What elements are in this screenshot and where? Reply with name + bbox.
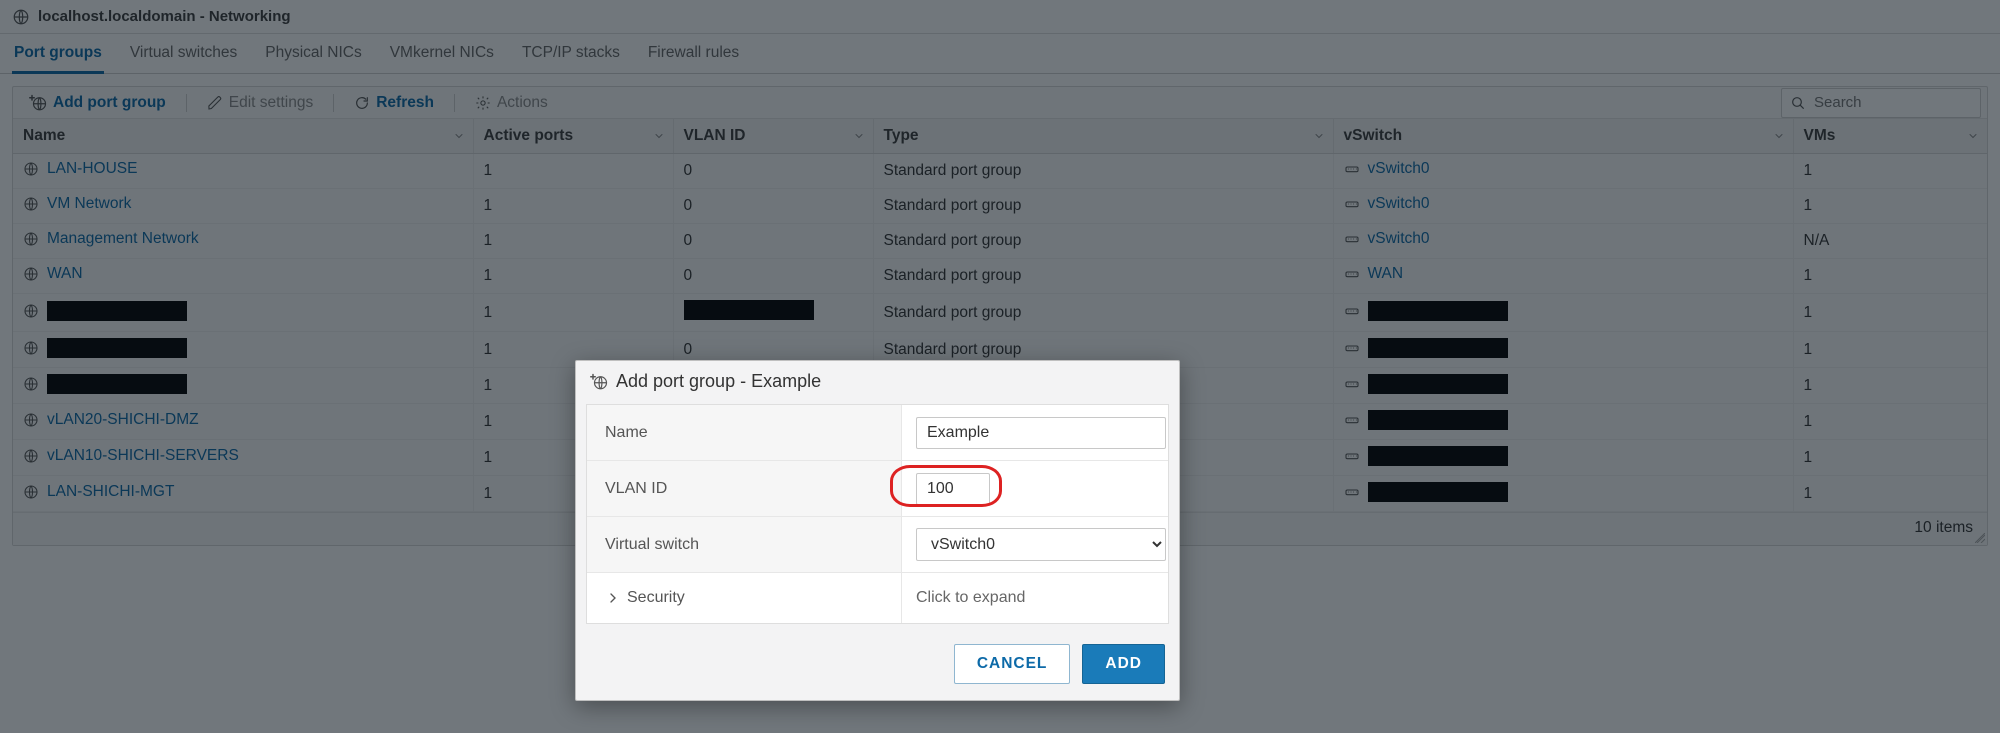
add-button[interactable]: ADD <box>1082 644 1165 684</box>
vlan-id-input[interactable] <box>916 473 990 505</box>
vlan-id-label: VLAN ID <box>587 461 902 516</box>
security-hint: Click to expand <box>916 589 1025 607</box>
name-input[interactable] <box>916 417 1166 449</box>
security-label: Security <box>627 589 685 607</box>
chevron-right-icon <box>605 590 621 606</box>
cancel-button[interactable]: CANCEL <box>954 644 1071 684</box>
modal-header: Add port group - Example <box>576 361 1179 402</box>
security-expand-row[interactable]: Security Click to expand <box>587 573 1168 623</box>
modal-title: Add port group - Example <box>616 371 821 392</box>
virtual-switch-label: Virtual switch <box>587 517 902 572</box>
virtual-switch-select[interactable]: vSwitch0 <box>916 528 1166 561</box>
add-port-group-modal: Add port group - Example Name VLAN ID Vi… <box>575 360 1180 701</box>
add-port-group-icon <box>590 373 608 391</box>
name-label: Name <box>587 405 902 460</box>
